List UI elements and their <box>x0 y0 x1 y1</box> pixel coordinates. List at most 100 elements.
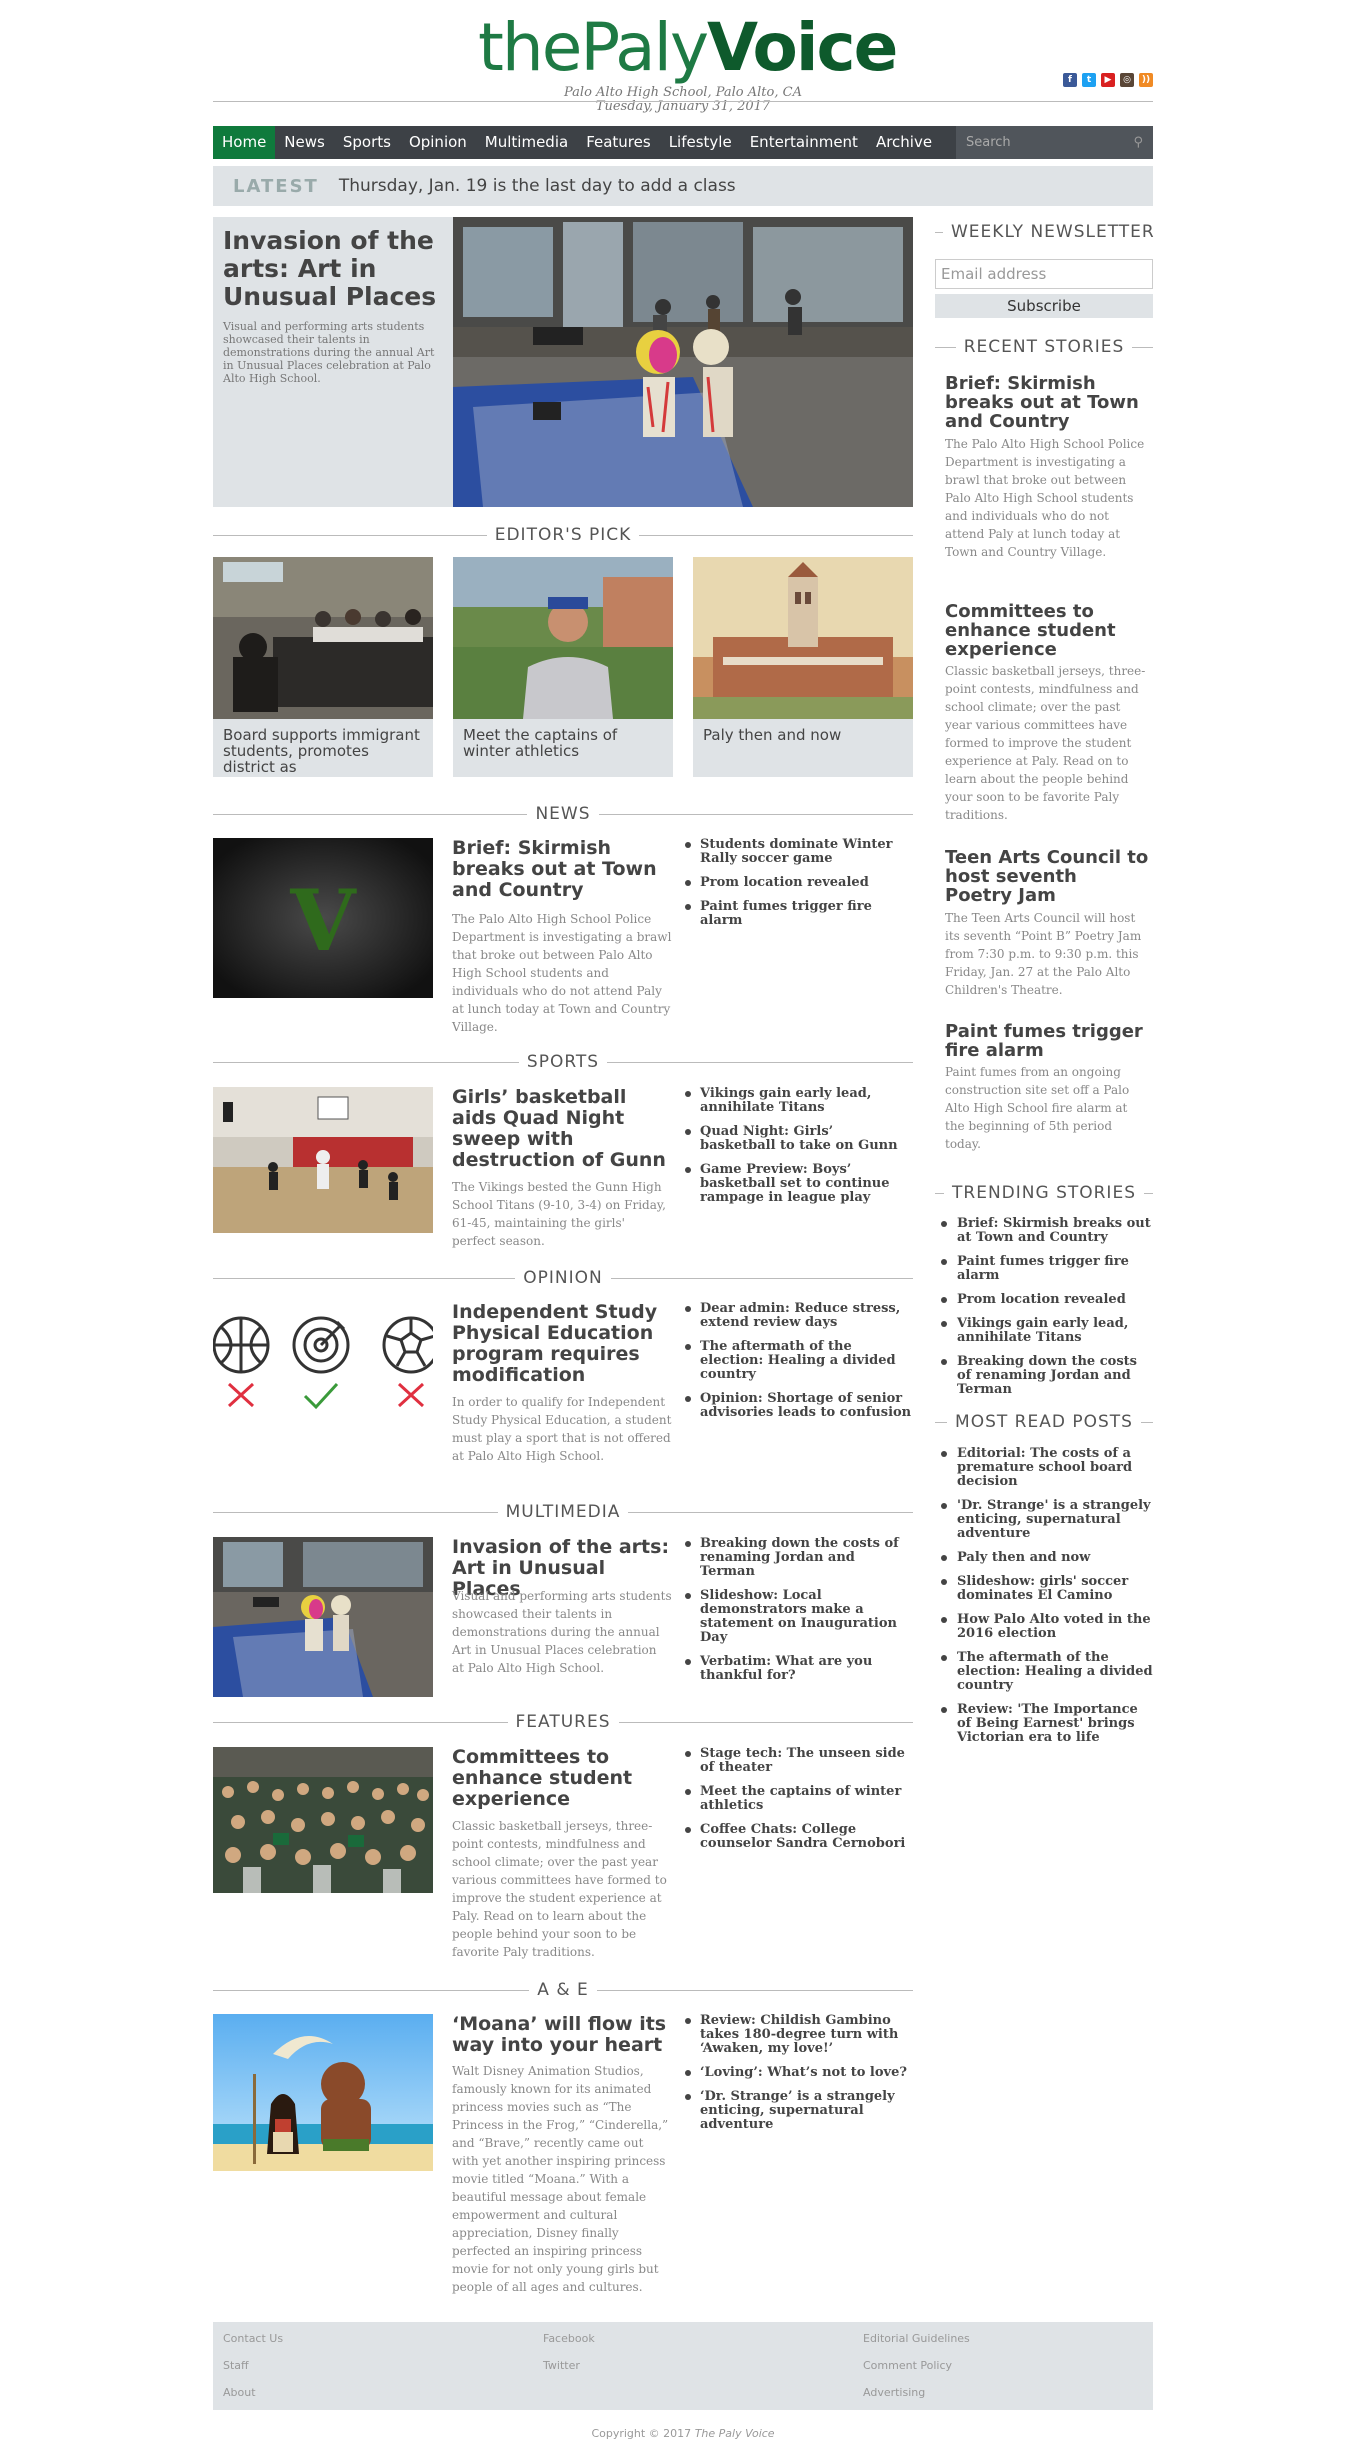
recent-story-summary: Classic basketball jerseys, three-point … <box>945 664 1146 822</box>
sports-summary: The Vikings bested the Gunn High School … <box>452 1180 666 1248</box>
nav-features[interactable]: Features <box>577 126 660 159</box>
list-item[interactable]: Quad Night: Girls’ basketball to take on… <box>683 1125 913 1153</box>
footer-advertising-link[interactable]: Advertising <box>863 2386 925 2399</box>
list-item[interactable]: Breaking down the costs of renaming Jord… <box>683 1537 913 1579</box>
list-item[interactable]: Vikings gain early lead, annihilate Tita… <box>935 1317 1153 1345</box>
list-item[interactable]: Paint fumes trigger fire alarm <box>935 1255 1153 1283</box>
ae-heading: A & E <box>213 1980 913 2000</box>
multimedia-links: Breaking down the costs of renaming Jord… <box>683 1537 913 1693</box>
footer-contact-link[interactable]: Contact Us <box>223 2332 283 2345</box>
list-item[interactable]: Students dominate Winter Rally soccer ga… <box>683 838 913 866</box>
hero-summary: Visual and performing arts students show… <box>223 320 435 385</box>
list-item[interactable]: ‘Loving’: What’s not to love? <box>683 2066 913 2080</box>
list-item[interactable]: Slideshow: girls' soccer dominates El Ca… <box>935 1575 1153 1603</box>
recent-story-title[interactable]: Paint fumes trigger fire alarm <box>945 1022 1150 1060</box>
ae-title[interactable]: ‘Moana’ will flow its way into your hear… <box>452 2014 672 2056</box>
nav-home[interactable]: Home <box>213 126 276 159</box>
recent-story-title[interactable]: Brief: Skirmish breaks out at Town and C… <box>945 374 1150 431</box>
nav-multimedia[interactable]: Multimedia <box>476 126 577 159</box>
recent-story-summary: The Teen Arts Council will host its seve… <box>945 911 1142 997</box>
news-photo[interactable]: V <box>213 838 433 998</box>
site-logo[interactable]: thePalyVoice <box>478 10 898 86</box>
list-item[interactable]: The aftermath of the election: Healing a… <box>683 1340 913 1382</box>
nav-archive[interactable]: Archive <box>867 126 941 159</box>
sports-photo[interactable] <box>213 1087 433 1233</box>
list-item[interactable]: 'Dr. Strange' is a strangely enticing, s… <box>935 1499 1153 1541</box>
ae-summary: Walt Disney Animation Studios, famously … <box>452 2064 669 2294</box>
nav-lifestyle[interactable]: Lifestyle <box>660 126 741 159</box>
opinion-title[interactable]: Independent Study Physical Education pro… <box>452 1302 672 1386</box>
footer-comment-policy-link[interactable]: Comment Policy <box>863 2359 952 2372</box>
list-item[interactable]: ‘Dr. Strange’ is a strangely enticing, s… <box>683 2090 913 2132</box>
ae-photo[interactable] <box>213 2014 433 2171</box>
footer-guidelines-link[interactable]: Editorial Guidelines <box>863 2332 970 2345</box>
trending-heading: TRENDING STORIES <box>935 1183 1153 1203</box>
editors-pick-item[interactable]: Meet the captains of winter athletics <box>453 557 673 777</box>
recent-story-summary: Paint fumes from an ongoing construction… <box>945 1065 1130 1151</box>
list-item[interactable]: Coffee Chats: College counselor Sandra C… <box>683 1823 913 1851</box>
features-heading: FEATURES <box>213 1712 914 1732</box>
opinion-illustration[interactable] <box>213 1302 433 1420</box>
latest-text[interactable]: Thursday, Jan. 19 is the last day to add… <box>339 176 736 196</box>
pick-caption: Board supports immigrant students, promo… <box>223 726 420 776</box>
nav-sports[interactable]: Sports <box>334 126 400 159</box>
nav-opinion[interactable]: Opinion <box>400 126 476 159</box>
editors-pick-item[interactable]: Board supports immigrant students, promo… <box>213 557 433 777</box>
nav-news[interactable]: News <box>275 126 334 159</box>
hero-title[interactable]: Invasion of the arts: Art in Unusual Pla… <box>223 227 443 311</box>
features-title[interactable]: Committees to enhance student experience <box>452 1747 672 1810</box>
pick-caption: Paly then and now <box>703 726 842 744</box>
footer-staff-link[interactable]: Staff <box>223 2359 249 2372</box>
recent-story-title[interactable]: Committees to enhance student experience <box>945 602 1150 659</box>
latest-label: LATEST <box>233 175 319 197</box>
multimedia-heading: MULTIMEDIA <box>213 1502 913 1522</box>
editors-pick-item[interactable]: Paly then and now <box>693 557 913 777</box>
list-item[interactable]: The aftermath of the election: Healing a… <box>935 1651 1153 1693</box>
list-item[interactable]: Review: 'The Importance of Being Earnest… <box>935 1703 1153 1745</box>
list-item[interactable]: Review: Childish Gambino takes 180-degre… <box>683 2014 913 2056</box>
footer-about-link[interactable]: About <box>223 2386 256 2399</box>
news-title[interactable]: Brief: Skirmish breaks out at Town and C… <box>452 838 672 901</box>
list-item[interactable]: Game Preview: Boys’ basketball set to co… <box>683 1163 913 1205</box>
athlete-photo <box>453 557 673 719</box>
list-item[interactable]: Vikings gain early lead, annihilate Tita… <box>683 1087 913 1115</box>
opinion-heading: OPINION <box>213 1268 914 1288</box>
recent-stories: Brief: Skirmish breaks out at Town and C… <box>935 0 1153 1200</box>
list-item[interactable]: Paly then and now <box>935 1551 1153 1565</box>
list-item[interactable]: Meet the captains of winter athletics <box>683 1785 913 1813</box>
opinion-links: Dear admin: Reduce stress, extend review… <box>683 1302 913 1430</box>
features-links: Stage tech: The unseen side of theater M… <box>683 1747 913 1861</box>
most-read-heading: MOST READ POSTS <box>935 1412 1153 1432</box>
hero-photo[interactable] <box>453 217 913 507</box>
pick-caption: Meet the captains of winter athletics <box>463 726 618 760</box>
list-item[interactable]: How Palo Alto voted in the 2016 election <box>935 1613 1153 1641</box>
multimedia-photo[interactable] <box>213 1537 433 1697</box>
sports-links: Vikings gain early lead, annihilate Tita… <box>683 1087 913 1215</box>
list-item[interactable]: Prom location revealed <box>935 1293 1153 1307</box>
list-item[interactable]: Verbatim: What are you thankful for? <box>683 1655 913 1683</box>
list-item[interactable]: Paint fumes trigger fire alarm <box>683 900 913 928</box>
news-summary: The Palo Alto High School Police Departm… <box>452 912 672 1034</box>
sports-title[interactable]: Girls’ basketball aids Quad Night sweep … <box>452 1087 672 1171</box>
footer-twitter-link[interactable]: Twitter <box>543 2359 580 2372</box>
nav-entertainment[interactable]: Entertainment <box>741 126 867 159</box>
list-item[interactable]: Prom location revealed <box>683 876 913 890</box>
list-item[interactable]: Dear admin: Reduce stress, extend review… <box>683 1302 913 1330</box>
list-item[interactable]: Breaking down the costs of renaming Jord… <box>935 1355 1153 1397</box>
board-meeting-photo <box>213 557 433 719</box>
most-read-list: Editorial: The costs of a premature scho… <box>935 1447 1153 1755</box>
recent-story-title[interactable]: Teen Arts Council to host seventh Poetry… <box>945 848 1150 905</box>
news-heading: NEWS <box>213 804 913 824</box>
list-item[interactable]: Editorial: The costs of a premature scho… <box>935 1447 1153 1489</box>
svg-text:V: V <box>289 871 357 970</box>
list-item[interactable]: Stage tech: The unseen side of theater <box>683 1747 913 1775</box>
list-item[interactable]: Brief: Skirmish breaks out at Town and C… <box>935 1217 1153 1245</box>
list-item[interactable]: Slideshow: Local demonstrators make a st… <box>683 1589 913 1645</box>
list-item[interactable]: Opinion: Shortage of senior advisories l… <box>683 1392 913 1420</box>
ae-links: Review: Childish Gambino takes 180-degre… <box>683 2014 913 2142</box>
sports-heading: SPORTS <box>213 1052 913 1072</box>
footer-facebook-link[interactable]: Facebook <box>543 2332 595 2345</box>
features-photo[interactable] <box>213 1747 433 1893</box>
opinion-summary: In order to qualify for Independent Stud… <box>452 1395 672 1463</box>
features-summary: Classic basketball jerseys, three-point … <box>452 1819 667 1959</box>
